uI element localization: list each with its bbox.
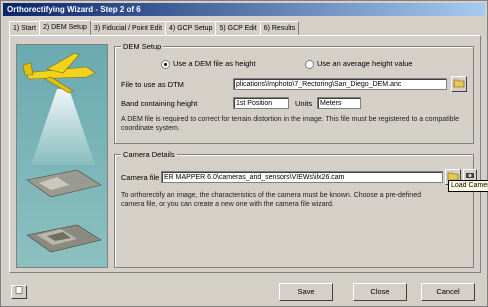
radio-selected-icon [161, 59, 170, 69]
save-button[interactable]: Save [279, 283, 333, 301]
tab-fiducial-point-edit[interactable]: 3) Fiducial / Point Edit [89, 21, 167, 35]
tab-dem-setup[interactable]: 2) DEM Setup [38, 20, 91, 35]
radio-unselected-icon [305, 59, 314, 69]
dem-setup-label: DEM Setup [121, 42, 164, 51]
camera-icon [466, 173, 474, 178]
cancel-button[interactable]: Cancel [421, 283, 475, 301]
camera-file-label: Camera file [121, 173, 160, 182]
tab-gcp-edit[interactable]: 5) GCP Edit [215, 21, 261, 35]
height-band-select[interactable]: 1st Position [233, 97, 289, 109]
tab-panel: DEM Setup Use a DEM file as height Use a… [9, 35, 488, 273]
units-label: Units [295, 99, 313, 108]
close-button[interactable]: Close [353, 283, 407, 301]
help-button[interactable] [11, 285, 27, 299]
use-dem-radio[interactable]: Use a DEM file as height [161, 59, 256, 69]
aircraft-terrain-illustration [17, 45, 107, 267]
dtm-file-label: File to use as DTM [121, 80, 184, 89]
tab-start[interactable]: 1) Start [9, 21, 40, 35]
use-dem-label: Use a DEM file as height [173, 59, 256, 68]
camera-details-label: Camera Details [121, 150, 177, 159]
load-camera-tooltip: Load Camera File [448, 180, 488, 192]
units-select[interactable]: Meters [317, 97, 361, 109]
dem-setup-group: DEM Setup Use a DEM file as height Use a… [114, 42, 474, 144]
tab-gcp-setup[interactable]: 4) GCP Setup [165, 21, 217, 35]
dem-description: A DEM file is required to correct for te… [121, 116, 459, 132]
tab-results[interactable]: 6) Results [259, 21, 300, 35]
orthorectify-illustration [16, 44, 108, 268]
camera-file-input[interactable]: ER MAPPER 6.0\cameras_and_sensors\VIEWs\… [161, 171, 443, 183]
window-title: Orthorectifying Wizard - Step 2 of 6 [3, 3, 485, 16]
height-band-label: Band containing height [121, 99, 198, 108]
use-average-radio[interactable]: Use an average height value [305, 59, 412, 69]
camera-details-group: Camera Details Camera file ER MAPPER 6.0… [114, 150, 477, 268]
use-average-label: Use an average height value [317, 59, 413, 68]
camera-description: To orthorectify an image, the characteri… [121, 192, 421, 208]
tab-strip: 1) Start 2) DEM Setup 3) Fiducial / Poin… [9, 20, 300, 35]
dtm-file-input[interactable]: plications\Imphoto\7_Rectoring\San_Diego… [233, 78, 447, 90]
browse-dtm-button[interactable] [451, 76, 467, 92]
wizard-window: Orthorectifying Wizard - Step 2 of 6 1) … [0, 0, 488, 307]
folder-icon [453, 79, 465, 88]
page-icon [15, 286, 23, 294]
